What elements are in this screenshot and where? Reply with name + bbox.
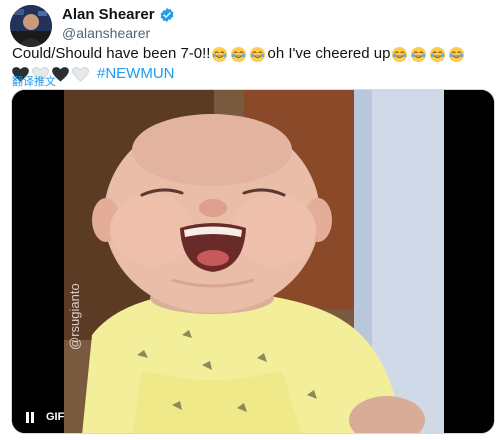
hashtag-link[interactable]: #NEWMUN bbox=[97, 64, 175, 84]
tweet-text-part2: oh I've cheered up bbox=[267, 45, 391, 62]
laugh-emoji-group bbox=[210, 44, 267, 64]
rolling-laughing-emoji-icon bbox=[429, 46, 446, 63]
rolling-laughing-emoji-icon bbox=[410, 46, 427, 63]
gif-media[interactable]: @rsugianto GIF bbox=[11, 89, 495, 434]
laugh-emoji-group bbox=[390, 44, 466, 64]
tweet-text: Could/Should have been 7-0!! oh I've che… bbox=[12, 44, 490, 84]
rolling-laughing-emoji-icon bbox=[249, 46, 266, 63]
rolling-laughing-emoji-icon bbox=[211, 46, 228, 63]
watermark-text: @rsugianto bbox=[67, 283, 82, 350]
avatar[interactable] bbox=[10, 5, 52, 47]
translate-tweet-link[interactable]: 翻译推文 bbox=[12, 73, 56, 89]
verified-badge-icon bbox=[159, 7, 175, 23]
gif-badge[interactable]: GIF bbox=[46, 411, 64, 423]
white-heart-icon bbox=[72, 66, 89, 82]
tweet-text-part1: Could/Should have been 7-0!! bbox=[12, 45, 211, 62]
rolling-laughing-emoji-icon bbox=[391, 46, 408, 63]
pause-icon[interactable] bbox=[22, 409, 38, 425]
handle[interactable]: @alanshearer bbox=[62, 25, 150, 41]
gif-frame-image bbox=[12, 90, 494, 433]
rolling-laughing-emoji-icon bbox=[230, 46, 247, 63]
rolling-laughing-emoji-icon bbox=[448, 46, 465, 63]
tweet[interactable]: Alan Shearer @alanshearer Could/Should h… bbox=[0, 0, 500, 440]
display-name[interactable]: Alan Shearer bbox=[62, 6, 155, 23]
